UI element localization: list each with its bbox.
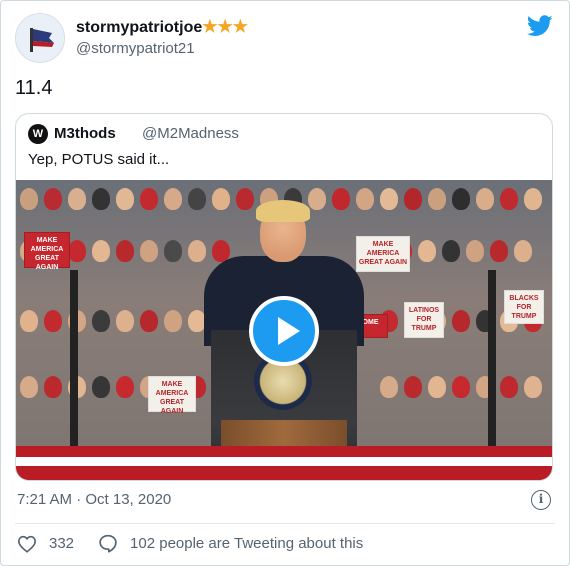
twitter-bird-icon[interactable] (526, 15, 553, 37)
play-icon[interactable] (249, 296, 319, 366)
quoted-author-handle[interactable]: @M2Madness (142, 125, 239, 142)
tweet-text: 11.4 (15, 77, 53, 99)
tweet-actions: 332 102 people are Tweeting about this (17, 534, 363, 553)
divider (15, 523, 555, 524)
tweet-timestamp[interactable]: 7:21 AM · Oct 13, 2020 (17, 491, 171, 508)
rally-sign: LATINOS FOR TRUMP (404, 302, 444, 338)
rally-sign: MAKE AMERICA GREAT AGAIN (24, 232, 70, 271)
star-badges: ★★★ (202, 17, 248, 36)
quoted-tweet-text: Yep, POTUS said it... (28, 151, 170, 168)
info-icon[interactable]: i (531, 490, 551, 510)
like-button[interactable]: 332 (17, 535, 74, 553)
avatar-flag-image (16, 14, 64, 62)
rally-sign: MAKE AMERICA GREAT AGAIN (356, 236, 410, 272)
quoted-tweet[interactable]: W M3thods @M2Madness Yep, POTUS said it.… (15, 113, 553, 481)
heart-icon (17, 535, 37, 553)
video-thumbnail[interactable]: MAKE AMERICA GREAT AGAIN MAKE AMERICA GR… (16, 180, 552, 480)
author-display-name[interactable]: stormypatriotjoe (76, 19, 202, 36)
embedded-tweet-card: stormypatriotjoe★★★ @stormypatriot21 11.… (0, 0, 570, 566)
rally-sign: BLACKS FOR TRUMP (504, 290, 544, 324)
like-count: 332 (49, 535, 75, 552)
quoted-author-avatar[interactable]: W (28, 124, 48, 144)
conversation-link[interactable]: 102 people are Tweeting about this (98, 534, 363, 553)
crowd-row (376, 376, 552, 398)
stage-banner (16, 446, 552, 480)
speaker-hair (256, 200, 310, 222)
conversation-text: 102 people are Tweeting about this (130, 535, 364, 552)
speech-bubble-icon (99, 534, 117, 553)
author-name[interactable]: stormypatriotjoe★★★ (76, 17, 248, 37)
author-handle[interactable]: @stormypatriot21 (76, 40, 195, 57)
author-avatar[interactable] (15, 13, 65, 63)
quoted-author-name[interactable]: M3thods (54, 125, 116, 142)
rally-sign: MAKE AMERICA GREAT AGAIN (148, 376, 196, 415)
